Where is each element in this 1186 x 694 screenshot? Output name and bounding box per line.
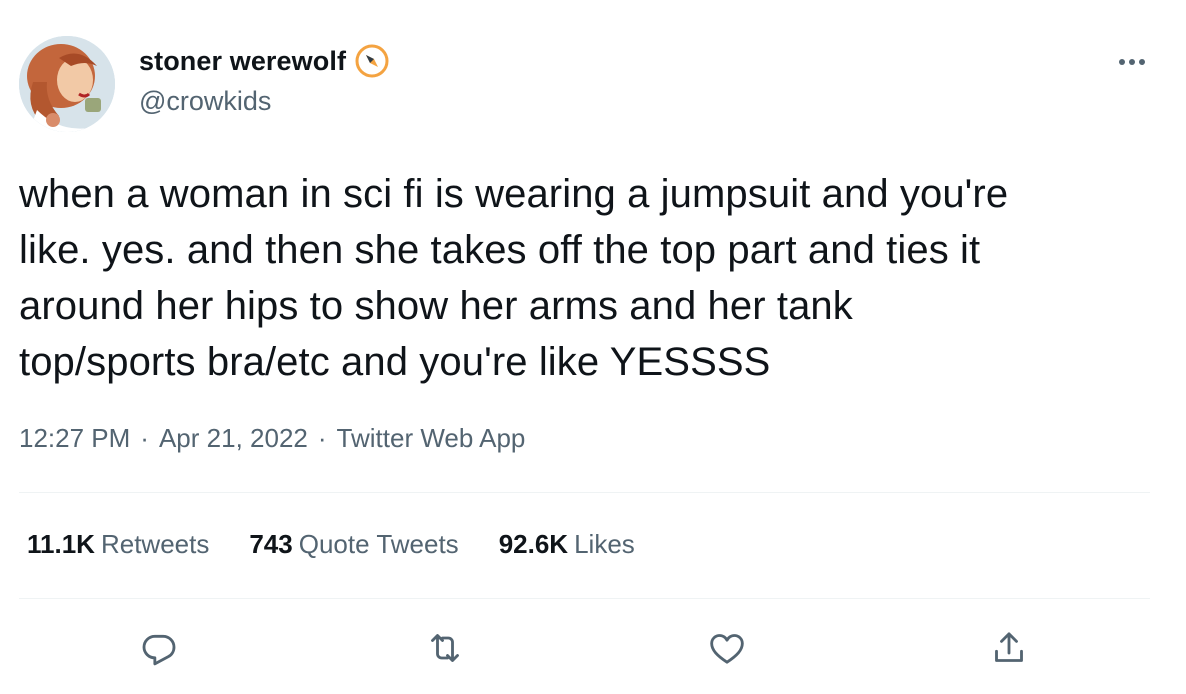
tweet-metadata: 12:27 PM · Apr 21, 2022 · Twitter Web App — [19, 423, 525, 454]
more-options-icon[interactable] — [1114, 50, 1150, 74]
quote-tweets-label: Quote Tweets — [298, 529, 459, 559]
tweet-text-line: around her hips to show her arms and her… — [19, 284, 853, 328]
avatar-illustration — [19, 36, 115, 132]
separator: · — [140, 423, 149, 453]
like-icon[interactable] — [707, 628, 747, 668]
likes-count: 92.6K — [498, 529, 569, 559]
tweet-text: when a woman in sci fi is wearing a jump… — [19, 166, 1169, 390]
author-name-row: stoner werewolf — [139, 44, 389, 78]
reply-icon[interactable] — [139, 628, 179, 668]
retweets-label: Retweets — [100, 529, 210, 559]
share-icon[interactable] — [989, 628, 1029, 668]
tweet-text-line: when a woman in sci fi is wearing a jump… — [19, 172, 1009, 216]
quote-tweets-stat[interactable]: 743 Quote Tweets — [249, 529, 458, 560]
author-handle[interactable]: @crowkids — [139, 86, 271, 117]
divider — [19, 492, 1150, 493]
likes-stat[interactable]: 92.6K Likes — [499, 529, 635, 560]
retweet-icon[interactable] — [425, 628, 465, 668]
tweet-card: stoner werewolf @crowkids when a woman i… — [0, 0, 1186, 694]
separator: · — [317, 423, 327, 453]
compass-icon — [355, 44, 389, 78]
author-display-name[interactable]: stoner werewolf — [139, 46, 346, 77]
retweets-count: 11.1K — [27, 529, 95, 559]
avatar[interactable] — [19, 36, 115, 132]
tweet-source[interactable]: Twitter Web App — [337, 423, 526, 453]
tweet-date[interactable]: Apr 21, 2022 — [159, 423, 308, 453]
tweet-text-line: top/sports bra/etc and you're like YESSS… — [19, 340, 771, 384]
tweet-text-line: like. yes. and then she takes off the to… — [19, 228, 981, 272]
engagement-stats: 11.1K Retweets 743 Quote Tweets 92.6K Likes — [27, 529, 675, 560]
quote-tweets-count: 743 — [249, 529, 293, 559]
retweets-stat[interactable]: 11.1K Retweets — [27, 529, 209, 560]
tweet-time[interactable]: 12:27 PM — [19, 423, 130, 453]
divider — [19, 598, 1150, 599]
likes-label: Likes — [574, 529, 635, 559]
